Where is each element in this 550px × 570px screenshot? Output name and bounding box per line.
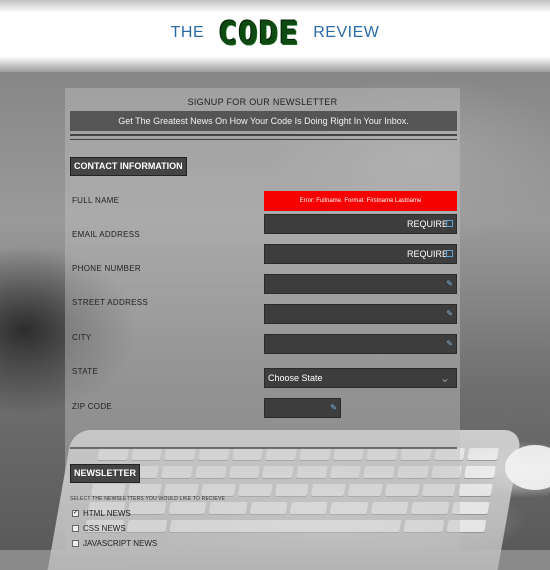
brand[interactable]: THE CODE REVIEW: [0, 14, 550, 52]
newsletter-option[interactable]: CSS NEWS: [72, 524, 126, 533]
street-label: STREET ADDRESS: [72, 298, 149, 307]
divider: [70, 447, 457, 449]
signup-title: SIGNUP FOR OUR NEWSLETTER: [187, 97, 338, 107]
divider: [70, 134, 457, 136]
signup-tagline: Get The Greatest News On How Your Code I…: [70, 111, 457, 131]
required-hint: REQUIRE: [406, 249, 448, 259]
newsletter-option-label: JAVASCRIPT NEWS: [83, 539, 158, 548]
newsletter-section-title: NEWSLETTER: [70, 464, 140, 483]
required-hint: REQUIRE: [406, 219, 448, 229]
zip-label: ZIP CODE: [72, 402, 113, 411]
site-header: THE CODE REVIEW: [0, 0, 550, 72]
checkbox[interactable]: [72, 525, 79, 532]
state-label: STATE: [72, 367, 99, 376]
phone-input[interactable]: ✎: [264, 274, 457, 294]
pencil-icon: ✎: [446, 279, 453, 288]
newsletter-instruction: SELECT THE NEWSLETTERS YOU WOULD LIKE TO…: [70, 496, 226, 502]
divider: [70, 139, 457, 140]
email-input[interactable]: REQUIRE: [264, 244, 457, 264]
newsletter-option[interactable]: JAVASCRIPT NEWS: [72, 539, 157, 548]
checkbox[interactable]: [72, 540, 79, 547]
newsletter-option-label: HTML NEWS: [83, 509, 131, 518]
full-name-label: FULL NAME: [72, 196, 120, 205]
brand-word-right: REVIEW: [313, 24, 380, 41]
newsletter-option-label: CSS NEWS: [83, 524, 126, 533]
full-name-error: Error: Fullname. Format: Firstname Lastn…: [264, 191, 457, 211]
pencil-icon: ✎: [446, 339, 453, 348]
city-input[interactable]: ✎: [264, 334, 457, 354]
chevron-down-icon: ⌄: [439, 371, 450, 385]
phone-label: PHONE NUMBER: [72, 264, 141, 273]
code-logo: CODE: [218, 14, 300, 52]
zip-input[interactable]: ✎: [264, 398, 341, 418]
city-label: CITY: [72, 333, 92, 342]
street-input[interactable]: ✎: [264, 304, 457, 324]
brand-word-left: THE: [170, 24, 205, 41]
contact-section-title: CONTACT INFORMATION: [70, 157, 187, 176]
email-label: EMAIL ADDRESS: [72, 230, 141, 239]
checkbox-checked[interactable]: ✓: [72, 510, 79, 517]
state-select-value: Choose State: [268, 373, 323, 383]
pencil-icon: ✎: [330, 403, 337, 412]
state-select[interactable]: Choose State ⌄: [264, 368, 457, 388]
required-icon: [446, 220, 453, 227]
required-icon: [446, 250, 453, 257]
newsletter-option[interactable]: ✓ HTML NEWS: [72, 509, 131, 518]
full-name-input[interactable]: REQUIRE: [264, 214, 457, 234]
pencil-icon: ✎: [446, 309, 453, 318]
